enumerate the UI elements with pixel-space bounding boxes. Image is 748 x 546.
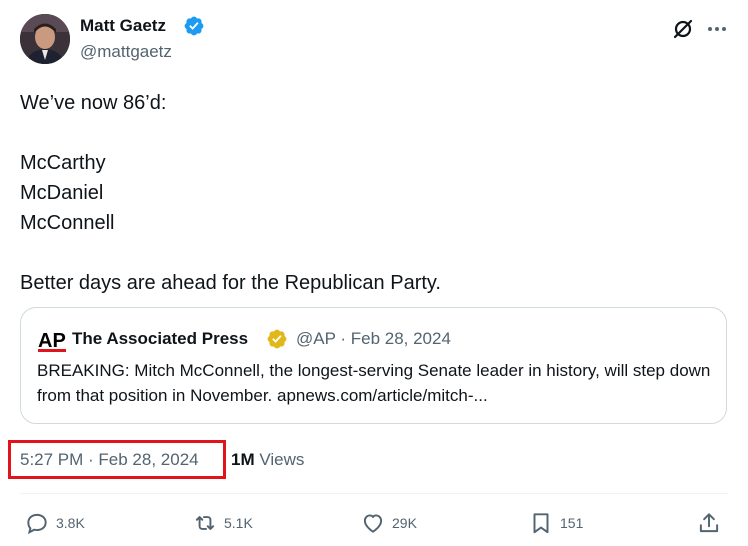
share-button[interactable] (696, 509, 722, 537)
verified-badge-icon (184, 16, 204, 36)
reply-icon (27, 513, 47, 535)
author-handle[interactable]: @mattgaetz (80, 41, 172, 63)
ap-logo: AP (38, 330, 66, 352)
tweet-line: Better days are ahead for the Republican… (20, 272, 441, 294)
tweet-line: McConnell (20, 212, 115, 234)
quoted-text: BREAKING: Mitch McConnell, the longest-s… (37, 361, 711, 405)
divider (20, 493, 728, 494)
author-name[interactable]: Matt Gaetz (80, 15, 166, 37)
tweet-line: McCarthy (20, 152, 106, 174)
bookmark-button[interactable]: 151 (528, 509, 583, 537)
tweet-text: We’ve now 86’d: McCarthy McDaniel McConn… (20, 88, 720, 298)
reply-button[interactable]: 3.8K (24, 509, 85, 537)
view-count-label: Views (259, 450, 305, 469)
like-count: 29K (392, 515, 417, 531)
repost-button[interactable]: 5.1K (192, 509, 253, 537)
svg-text:AP: AP (38, 330, 66, 352)
gold-check-icon (267, 329, 287, 349)
more-icon[interactable] (704, 16, 730, 42)
tweet-line: We’ve now 86’d: (20, 92, 167, 114)
view-count[interactable]: 1M Views (231, 449, 304, 471)
share-icon (699, 513, 719, 533)
repost-icon (195, 516, 215, 530)
avatar[interactable] (20, 14, 70, 64)
view-count-number: 1M (231, 450, 255, 469)
quoted-meta: @AP · Feb 28, 2024 (296, 329, 451, 348)
timestamp[interactable]: 5:27 PM · Feb 28, 2024 (20, 449, 199, 471)
like-button[interactable]: 29K (360, 509, 417, 537)
bookmark-icon (533, 513, 549, 534)
tweet-line (20, 238, 720, 268)
like-icon (363, 514, 383, 533)
tweet-line: McDaniel (20, 182, 104, 204)
grok-icon[interactable] (670, 16, 696, 42)
quoted-author-name[interactable]: The Associated Press (72, 328, 248, 350)
reply-count: 3.8K (56, 515, 85, 531)
repost-count: 5.1K (224, 515, 253, 531)
bookmark-count: 151 (560, 515, 584, 531)
tweet-line (20, 118, 720, 148)
quoted-tweet[interactable]: AP The Associated Press @AP · Feb 28, 20… (20, 307, 727, 424)
